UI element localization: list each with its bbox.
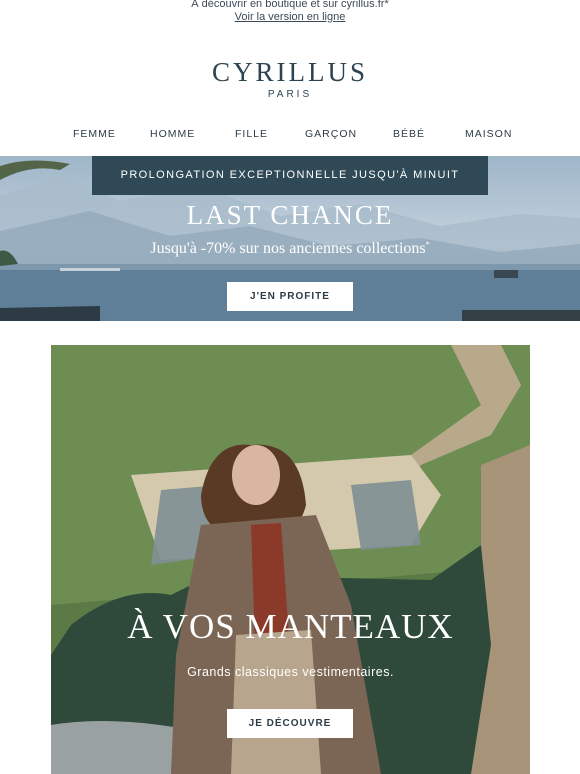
hero-subtitle-mark: * [425,240,430,249]
logo-city: PARIS [267,89,313,100]
hero-subtitle: Jusqu'à -70% sur nos anciennes collectio… [0,240,580,258]
last-chance-hero[interactable]: PROLONGATION EXCEPTIONNELLE JUSQU'À MINU… [0,156,580,321]
j-en-profite-button[interactable]: J'EN PROFITE [227,282,353,311]
nav-item-homme[interactable]: HOMME [150,128,195,140]
nav-item-maison[interactable]: MAISON [465,128,512,140]
preheader: À découvrir en boutique et sur cyrillus.… [0,0,580,24]
hero-title: LAST CHANCE [186,200,394,230]
preheader-text: À découvrir en boutique et sur cyrillus.… [191,0,389,10]
je-decouvre-button[interactable]: JE DÉCOUVRE [227,709,353,738]
logo-brand: CYRILLUS [211,57,368,87]
nav-item-bebe[interactable]: BÉBÉ [393,128,425,140]
feature-title: À VOS MANTEAUX [127,607,454,646]
feature-subtitle: Grands classiques vestimentaires. [187,665,394,679]
category-nav: FEMME HOMME FILLE GARÇON BÉBÉ MAISON [0,128,580,142]
promo-banner: PROLONGATION EXCEPTIONNELLE JUSQU'À MINU… [92,156,488,195]
nav-item-fille[interactable]: FILLE [235,128,268,140]
hero-subtitle-text: Jusqu'à -70% sur nos anciennes collectio… [150,240,426,257]
nav-item-garcon[interactable]: GARÇON [305,128,357,140]
nav-item-femme[interactable]: FEMME [73,128,116,140]
manteaux-feature[interactable]: À VOS MANTEAUX Grands classiques vestime… [51,345,530,774]
cyrillus-logo[interactable]: CYRILLUS PARIS [0,58,580,100]
view-online-link[interactable]: Voir la version en ligne [235,11,346,24]
